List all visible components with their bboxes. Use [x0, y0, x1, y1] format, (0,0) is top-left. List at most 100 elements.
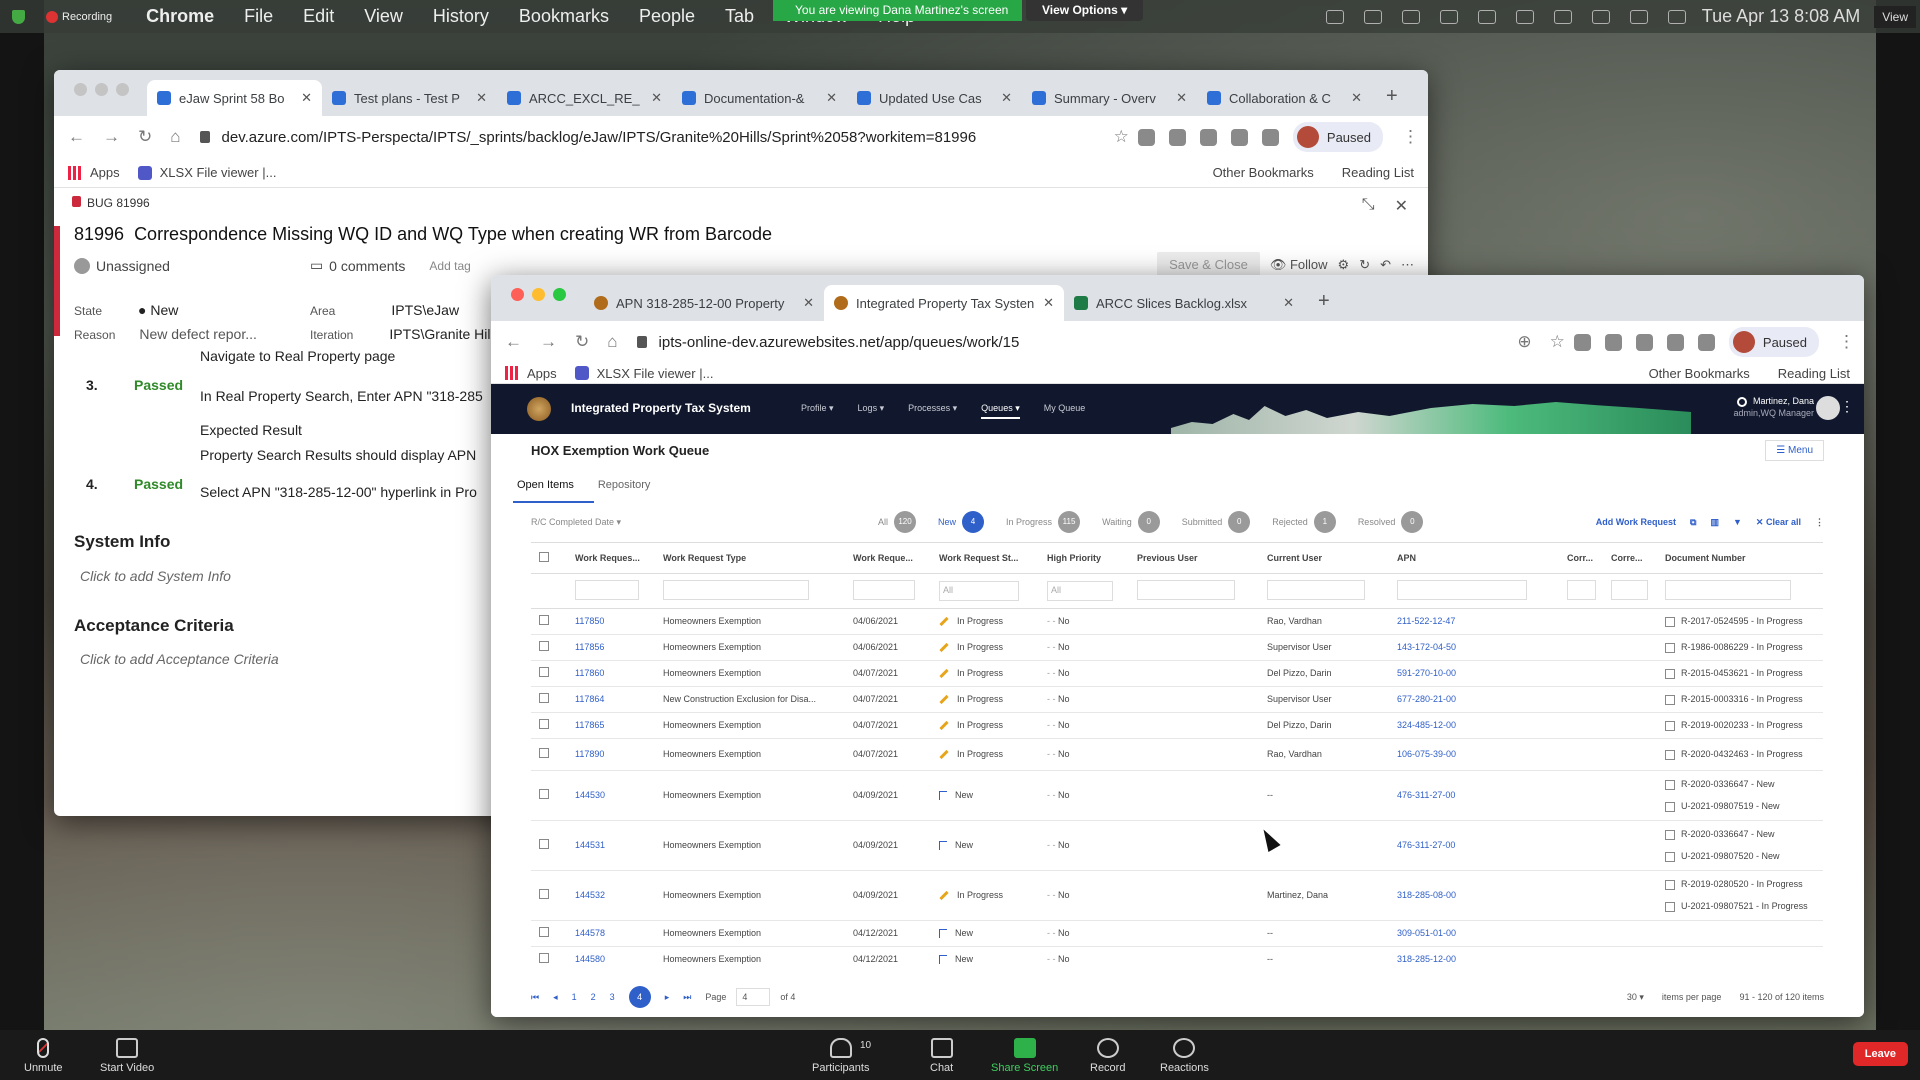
chip-in-progress[interactable]: In Progress 115 — [1006, 511, 1081, 533]
document-checkbox[interactable] — [1665, 851, 1675, 862]
page-link-current[interactable]: 4 — [628, 986, 651, 1008]
close-tab-icon[interactable]: ✕ — [1283, 295, 1294, 311]
back-icon[interactable]: ← — [505, 332, 522, 352]
extension-icon[interactable] — [1168, 128, 1186, 146]
menu-tab[interactable]: Tab — [725, 6, 754, 27]
apn-link[interactable]: 677-280-21-00 — [1397, 694, 1456, 704]
document-checkbox[interactable] — [1665, 616, 1675, 627]
puzzle-icon[interactable] — [1261, 128, 1279, 146]
document-number[interactable]: R-1986-0086229 - In Progress — [1681, 642, 1803, 652]
close-window-button[interactable] — [74, 83, 87, 96]
column-header[interactable]: Current User — [1259, 543, 1389, 574]
row-checkbox[interactable] — [539, 953, 549, 963]
filter-input[interactable] — [1397, 579, 1527, 600]
new-tab-button[interactable]: + — [1372, 85, 1412, 116]
area-value[interactable]: IPTS\eJaw — [391, 302, 459, 318]
apn-link[interactable]: 591-270-10-00 — [1397, 668, 1456, 678]
state-value[interactable]: ● New — [138, 302, 178, 318]
more-icon[interactable]: ⋯ — [1401, 257, 1414, 273]
zoom-window-button[interactable] — [116, 83, 129, 96]
filter-input[interactable] — [1611, 579, 1648, 600]
search-icon[interactable] — [1591, 9, 1610, 24]
columns-icon[interactable]: ▥ — [1710, 517, 1719, 528]
close-tab-icon[interactable]: ✕ — [803, 295, 814, 311]
date-filter[interactable]: R/C Completed Date ▾ — [531, 517, 621, 528]
apn-link[interactable]: 318-285-08-00 — [1397, 890, 1456, 900]
nav-processes[interactable]: Processes ▾ — [908, 403, 957, 419]
table-row[interactable]: 117860 Homeowners Exemption 04/07/2021 In P… — [531, 660, 1823, 687]
close-tab-icon[interactable]: ✕ — [301, 90, 312, 106]
column-header[interactable]: Document Number — [1657, 543, 1823, 574]
document-number[interactable]: R-2015-0003316 - In Progress — [1681, 694, 1803, 704]
profile-paused-button[interactable]: Paused — [1728, 327, 1819, 357]
chip-rejected[interactable]: Rejected 1 — [1272, 511, 1336, 533]
nav-queues[interactable]: Queues ▾ — [981, 403, 1020, 419]
reactions-button[interactable]: Reactions — [1160, 1038, 1209, 1074]
table-row[interactable]: 117864 New Construction Exclusion for Dis… — [531, 686, 1823, 713]
other-bookmarks[interactable]: Other Bookmarks — [1649, 366, 1750, 381]
filter-input[interactable] — [1267, 579, 1365, 600]
close-icon[interactable]: ✕ — [1395, 196, 1408, 216]
work-request-link[interactable]: 117890 — [575, 749, 604, 759]
document-checkbox[interactable] — [1665, 720, 1675, 731]
filter-input[interactable] — [1137, 579, 1235, 600]
other-bookmarks[interactable]: Other Bookmarks — [1213, 165, 1314, 180]
apn-link[interactable]: 476-311-27-00 — [1397, 840, 1455, 850]
menubar-clock[interactable]: Tue Apr 13 8:08 AM — [1702, 6, 1860, 27]
tab-repository[interactable]: Repository — [594, 470, 671, 503]
url-field[interactable]: ipts-online-dev.azurewebsites.net/app/qu… — [636, 334, 1509, 351]
apn-link[interactable]: 309-051-01-00 — [1397, 928, 1456, 938]
bug-title[interactable]: 81996 Correspondence Missing WQ ID and WQ… — [74, 224, 772, 245]
puzzle-icon[interactable] — [1697, 333, 1715, 351]
bookmark-apps[interactable]: Apps — [527, 366, 557, 381]
bookmark-apps[interactable]: Apps — [90, 165, 120, 180]
leave-button[interactable]: Leave — [1852, 1042, 1908, 1066]
add-tag-button[interactable]: Add tag — [429, 259, 470, 273]
document-number[interactable]: R-2019-0020233 - In Progress — [1681, 720, 1803, 730]
browser-tab[interactable]: APN 318-285-12-00 Property ✕ — [584, 285, 824, 321]
menu-people[interactable]: People — [639, 6, 695, 27]
menu-edit[interactable]: Edit — [303, 6, 334, 27]
menu-button[interactable]: ☰ Menu — [1765, 440, 1824, 461]
priority-filter-select[interactable]: All — [1047, 580, 1113, 601]
status-filter-select[interactable]: All — [939, 580, 1019, 601]
document-checkbox[interactable] — [1665, 879, 1675, 890]
zoom-window-button[interactable] — [553, 288, 566, 301]
last-page-icon[interactable]: ⏭ — [683, 992, 691, 1003]
minimize-window-button[interactable] — [532, 288, 545, 301]
apn-link[interactable]: 143-172-04-50 — [1397, 642, 1456, 652]
select-all-checkbox[interactable] — [539, 551, 549, 562]
reason-value[interactable]: New defect repor... — [139, 326, 257, 342]
row-checkbox[interactable] — [539, 927, 549, 937]
document-number[interactable]: U-2021-09807519 - New — [1681, 801, 1780, 811]
close-tab-icon[interactable]: ✕ — [1001, 90, 1012, 106]
iteration-value[interactable]: IPTS\Granite Hills — [389, 326, 500, 342]
bluetooth-icon[interactable] — [1477, 9, 1496, 24]
volume-icon[interactable] — [1325, 9, 1344, 24]
column-header[interactable]: Work Request St... — [931, 543, 1039, 574]
chip-submitted[interactable]: Submitted 0 — [1182, 511, 1251, 533]
chip-all[interactable]: All 120 — [878, 511, 917, 533]
add-work-request-button[interactable]: Add Work Request — [1596, 517, 1676, 527]
document-number[interactable]: R-2019-0280520 - In Progress — [1681, 879, 1803, 889]
share-screen-button[interactable]: Share Screen — [991, 1038, 1058, 1074]
apn-link[interactable]: 106-075-39-00 — [1397, 749, 1456, 759]
work-request-link[interactable]: 144532 — [575, 890, 605, 900]
column-header[interactable]: Work Reques... — [567, 543, 655, 574]
row-checkbox[interactable] — [539, 693, 549, 703]
reload-icon[interactable]: ↻ — [138, 127, 152, 147]
close-tab-icon[interactable]: ✕ — [651, 90, 662, 106]
kebab-menu-icon[interactable]: ⋮ — [1402, 127, 1419, 147]
filter-icon[interactable]: ▼ — [1733, 517, 1742, 527]
reading-list[interactable]: Reading List — [1342, 165, 1414, 180]
table-row[interactable]: 144532 Homeowners Exemption 04/09/2021 In P… — [531, 870, 1823, 921]
document-number[interactable]: R-2020-0432463 - In Progress — [1681, 749, 1803, 759]
date-filter-input[interactable] — [853, 579, 916, 600]
follow-button[interactable]: 👁 Follow — [1270, 257, 1328, 273]
document-number[interactable]: U-2021-09807521 - In Progress — [1681, 901, 1808, 911]
undo-icon[interactable]: ↶ — [1380, 257, 1391, 273]
collapse-icon[interactable]: ⤡ — [1362, 196, 1375, 216]
work-request-link[interactable]: 117865 — [575, 720, 604, 730]
menu-chrome[interactable]: Chrome — [146, 6, 214, 27]
work-request-link[interactable]: 117860 — [575, 668, 604, 678]
